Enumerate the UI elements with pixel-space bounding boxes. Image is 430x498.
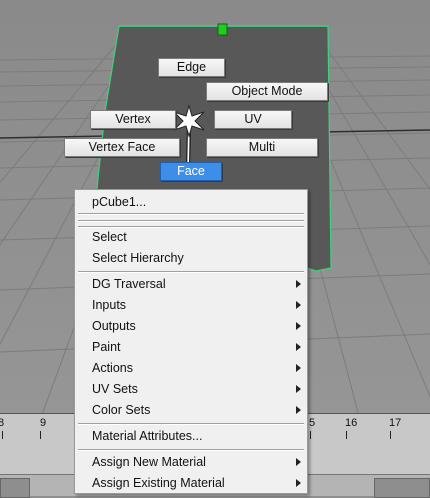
menu-separator bbox=[78, 213, 304, 215]
menu-item-dg-traversal[interactable]: DG Traversal bbox=[75, 274, 307, 294]
menu-item-uv-sets[interactable]: UV Sets bbox=[75, 379, 307, 399]
marking-menu-vertex-face-label: Vertex Face bbox=[88, 140, 156, 154]
menu-item-dg-traversal-label: DG Traversal bbox=[92, 277, 166, 291]
menu-item-inputs[interactable]: Inputs bbox=[75, 295, 307, 315]
submenu-arrow-icon bbox=[296, 364, 301, 372]
marking-menu-uv-label: UV bbox=[244, 112, 262, 126]
menu-item-paint[interactable]: Paint bbox=[75, 337, 307, 357]
marking-menu-multi-label: Multi bbox=[248, 140, 276, 154]
submenu-arrow-icon bbox=[296, 479, 301, 487]
tick-label-17: 17 bbox=[389, 417, 402, 429]
marking-menu-face[interactable]: Face bbox=[160, 162, 222, 181]
menu-item-select-hierarchy[interactable]: Select Hierarchy bbox=[75, 248, 307, 268]
menu-item-color-sets[interactable]: Color Sets bbox=[75, 400, 307, 420]
submenu-arrow-icon bbox=[296, 343, 301, 351]
marking-menu-object-mode-label: Object Mode bbox=[231, 84, 303, 98]
menu-item-assign-existing-material-label: Assign Existing Material bbox=[92, 476, 225, 490]
menu-item-assign-new-material-label: Assign New Material bbox=[92, 455, 206, 469]
marking-menu-vertex-label: Vertex bbox=[115, 112, 151, 126]
submenu-arrow-icon bbox=[296, 280, 301, 288]
menu-item-material-attributes[interactable]: Material Attributes... bbox=[75, 426, 307, 446]
menu-item-outputs-label: Outputs bbox=[92, 319, 136, 333]
context-menu: pCube1... Select Select Hierarchy DG Tra… bbox=[74, 189, 308, 494]
menu-item-uv-sets-label: UV Sets bbox=[92, 382, 138, 396]
tick-label-9: 9 bbox=[40, 417, 47, 429]
menu-item-pcube1-label: pCube1... bbox=[92, 195, 147, 209]
submenu-arrow-icon bbox=[296, 458, 301, 466]
menu-item-color-sets-label: Color Sets bbox=[92, 403, 151, 417]
menu-separator bbox=[78, 423, 304, 425]
marking-menu-multi[interactable]: Multi bbox=[206, 138, 318, 157]
submenu-arrow-icon bbox=[296, 322, 301, 330]
marking-menu-vertex[interactable]: Vertex bbox=[90, 110, 176, 129]
timeline-tick bbox=[346, 431, 347, 439]
menu-separator bbox=[78, 271, 304, 273]
marking-menu-uv[interactable]: UV bbox=[214, 110, 292, 129]
end-frame-field[interactable] bbox=[374, 478, 430, 498]
marking-menu-edge-label: Edge bbox=[176, 60, 207, 74]
menu-item-outputs[interactable]: Outputs bbox=[75, 316, 307, 336]
menu-item-inputs-label: Inputs bbox=[92, 298, 127, 312]
tick-label-16: 16 bbox=[345, 417, 358, 429]
menu-separator bbox=[78, 220, 304, 222]
menu-item-assign-new-material[interactable]: Assign New Material bbox=[75, 452, 307, 472]
submenu-arrow-icon bbox=[296, 385, 301, 393]
submenu-arrow-icon bbox=[296, 301, 301, 309]
timeline-tick bbox=[40, 431, 41, 439]
timeline-tick bbox=[390, 431, 391, 439]
menu-item-paint-label: Paint bbox=[92, 340, 121, 354]
marking-menu-face-label: Face bbox=[177, 164, 205, 178]
tick-label-15: 5 bbox=[309, 417, 316, 429]
menu-item-select-hierarchy-label: Select Hierarchy bbox=[92, 251, 184, 265]
menu-item-select-label: Select bbox=[92, 230, 127, 244]
tick-label-8: 8 bbox=[0, 417, 5, 429]
menu-item-pcube1[interactable]: pCube1... bbox=[75, 192, 307, 212]
menu-item-material-attributes-label: Material Attributes... bbox=[92, 429, 203, 443]
menu-item-actions[interactable]: Actions bbox=[75, 358, 307, 378]
menu-item-assign-existing-material[interactable]: Assign Existing Material bbox=[75, 473, 307, 493]
marking-menu-edge[interactable]: Edge bbox=[158, 58, 225, 77]
marking-menu-vertex-face[interactable]: Vertex Face bbox=[64, 138, 180, 157]
menu-item-actions-label: Actions bbox=[92, 361, 133, 375]
submenu-arrow-icon bbox=[296, 406, 301, 414]
timeline-tick bbox=[310, 431, 311, 439]
timeline-tick bbox=[2, 431, 3, 439]
start-frame-field[interactable] bbox=[0, 478, 30, 498]
menu-separator bbox=[78, 449, 304, 451]
menu-item-select[interactable]: Select bbox=[75, 227, 307, 247]
marking-menu-object-mode[interactable]: Object Mode bbox=[206, 82, 328, 101]
